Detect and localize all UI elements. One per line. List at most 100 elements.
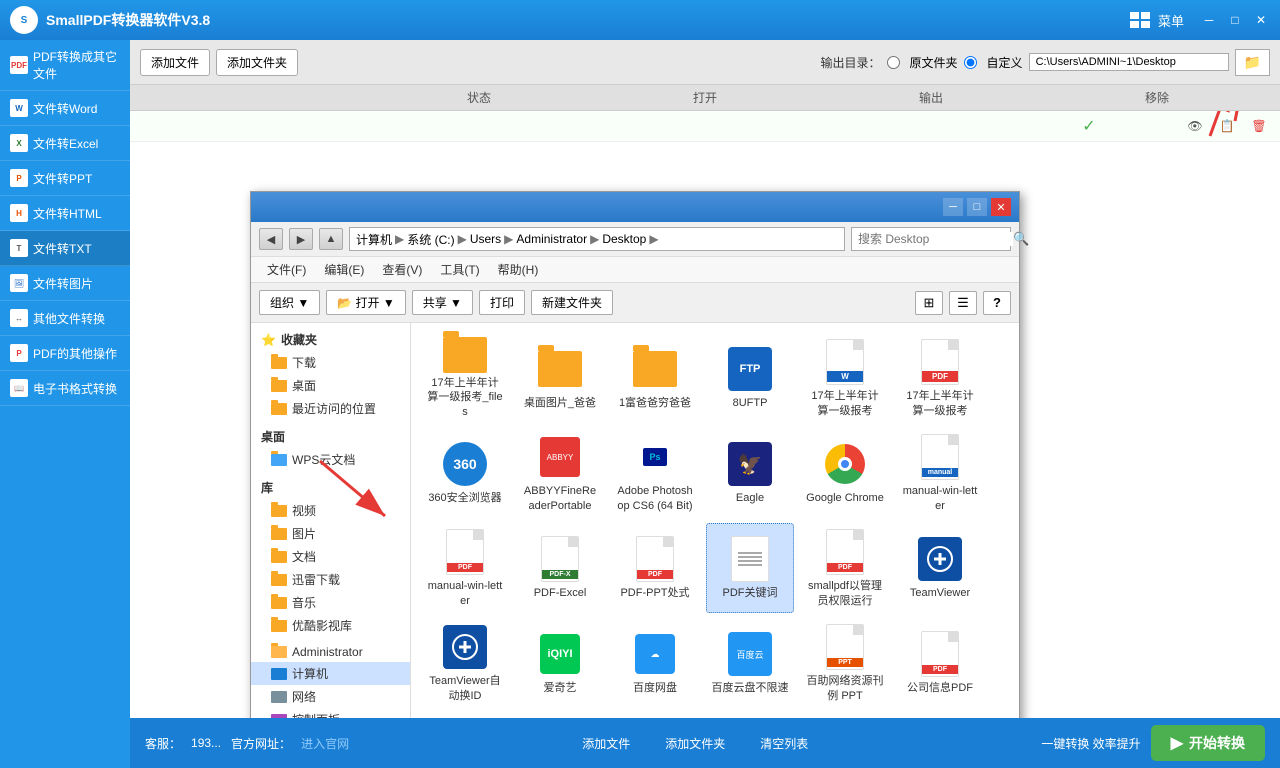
list-item[interactable]: 百度云 百度云盘不限速: [706, 618, 794, 708]
radio-original[interactable]: 原文件夹: [887, 54, 958, 71]
sidebar-item-txt[interactable]: T 文件转TXT: [0, 231, 130, 266]
clear-button[interactable]: 清空列表: [745, 730, 823, 757]
list-item[interactable]: KPDF 金山PDF独立版: [421, 713, 509, 718]
sidebar-item-thunder[interactable]: 迅雷下载: [251, 568, 410, 591]
sidebar-item-music[interactable]: 音乐: [251, 591, 410, 614]
radio-custom-input[interactable]: [964, 56, 977, 69]
list-item[interactable]: ☁ 百度网盘: [611, 618, 699, 708]
breadcrumb-desktop[interactable]: Desktop: [602, 232, 646, 246]
breadcrumb-drive[interactable]: 系统 (C:): [407, 231, 454, 248]
list-item[interactable]: TeamViewer: [896, 523, 984, 613]
list-item[interactable]: iQIYI 爱奇艺: [516, 618, 604, 708]
minimize-button[interactable]: ─: [1200, 11, 1218, 29]
list-item[interactable]: Ps Adobe Photoshop CS6 (64 Bit): [611, 428, 699, 518]
add-file-bottom-button[interactable]: 添加文件: [567, 730, 645, 757]
sidebar-item-html[interactable]: H 文件转HTML: [0, 196, 130, 231]
file-name: PDF-Excel: [534, 586, 587, 600]
open-button[interactable]: 📂 打开 ▼: [326, 290, 406, 315]
search-input[interactable]: [858, 232, 1013, 246]
dialog-maximize-button[interactable]: □: [967, 198, 987, 216]
menu-edit[interactable]: 编辑(E): [316, 259, 372, 280]
menu-help[interactable]: 帮助(H): [490, 259, 547, 280]
sidebar-item-downloads[interactable]: 下载: [251, 351, 410, 374]
list-item[interactable]: 桌面图片_爸爸: [516, 333, 604, 423]
dialog-minimize-button[interactable]: ─: [943, 198, 963, 216]
help-icon[interactable]: ?: [983, 291, 1011, 315]
forward-button[interactable]: ▶: [289, 228, 313, 250]
sidebar-item-image[interactable]: 🖼 文件转图片: [0, 266, 130, 301]
sidebar-item-video[interactable]: 视频: [251, 499, 410, 522]
view-grid-button[interactable]: ⊞: [915, 291, 943, 315]
radio-original-input[interactable]: [887, 56, 900, 69]
menu-file[interactable]: 文件(F): [259, 259, 314, 280]
list-item[interactable]: PDF smallpdf以管理员权限运行: [801, 523, 889, 613]
list-item[interactable]: PDF关键词: [706, 523, 794, 613]
search-box[interactable]: 🔍: [851, 227, 1011, 251]
print-button[interactable]: 打印: [479, 290, 525, 315]
bottom-right: 一键转换 效率提升 ▶ 开始转换: [1041, 725, 1265, 761]
add-folder-bottom-button[interactable]: 添加文件夹: [650, 730, 740, 757]
list-item[interactable]: 🎬 屏幕录像专家: [706, 713, 794, 718]
list-item[interactable]: TeamViewer自动换ID: [421, 618, 509, 708]
sidebar-item-desktop[interactable]: 桌面: [251, 374, 410, 397]
list-item[interactable]: 🎵 酷狗音乐: [516, 713, 604, 718]
list-item[interactable]: ABBYY ABBYYFineReaderPortable: [516, 428, 604, 518]
list-item[interactable]: PDF PDF-PPT处式: [611, 523, 699, 613]
official-site-link[interactable]: 进入官网: [301, 735, 349, 752]
menu-tools[interactable]: 工具(T): [432, 259, 487, 280]
view-list-button[interactable]: ☰: [949, 291, 977, 315]
back-button[interactable]: ◀: [259, 228, 283, 250]
list-item[interactable]: PDF-X PDF-Excel: [516, 523, 604, 613]
list-item[interactable]: 🦅 Eagle: [706, 428, 794, 518]
browse-folder-button[interactable]: 📁: [1235, 49, 1270, 76]
maximize-button[interactable]: □: [1226, 11, 1244, 29]
sidebar-item-ebook[interactable]: 📖 电子书格式转换: [0, 371, 130, 406]
menu-view[interactable]: 查看(V): [374, 259, 430, 280]
organize-button[interactable]: 组织 ▼: [259, 290, 320, 315]
list-item[interactable]: 360 360安全浏览器: [421, 428, 509, 518]
list-item[interactable]: W 17年上半年计算一级报考: [801, 333, 889, 423]
start-convert-button[interactable]: ▶ 开始转换: [1151, 725, 1265, 761]
list-item[interactable]: FTP 8UFTP: [706, 333, 794, 423]
sidebar-item-excel[interactable]: X 文件转Excel: [0, 126, 130, 161]
menu-label[interactable]: 菜单: [1158, 11, 1184, 30]
breadcrumb-admin[interactable]: Administrator: [516, 232, 587, 246]
list-item[interactable]: 17年上半年计算一级报考_files: [421, 333, 509, 423]
breadcrumb-users[interactable]: Users: [470, 232, 501, 246]
up-button[interactable]: ▲: [319, 228, 343, 250]
list-item[interactable]: PDF 公司信息PDF: [896, 618, 984, 708]
sidebar-item-ppt[interactable]: P 文件转PPT: [0, 161, 130, 196]
sidebar-item-documents[interactable]: 文档: [251, 545, 410, 568]
list-item[interactable]: Google Chrome: [801, 428, 889, 518]
sidebar-item-youku[interactable]: 优酷影视库: [251, 614, 410, 637]
list-item[interactable]: PPT 百助网络资源刊例 PPT: [801, 618, 889, 708]
radio-custom[interactable]: 自定义: [964, 54, 1023, 71]
sidebar-item-administrator[interactable]: Administrator: [251, 642, 410, 662]
list-item[interactable]: PDF manual-win-letter: [421, 523, 509, 613]
close-button[interactable]: ✕: [1252, 11, 1270, 29]
share-button[interactable]: 共享 ▼: [412, 290, 473, 315]
dialog-close-button[interactable]: ✕: [991, 198, 1011, 216]
list-item[interactable]: PDF 17年上半年计算一级报考: [896, 333, 984, 423]
sidebar-item-pdf-ops[interactable]: P PDF的其他操作: [0, 336, 130, 371]
breadcrumb-computer[interactable]: 计算机: [356, 231, 392, 248]
sidebar-item-other[interactable]: ↔ 其他文件转换: [0, 301, 130, 336]
new-folder-button[interactable]: 新建文件夹: [531, 290, 613, 315]
breadcrumb[interactable]: 计算机 ▶ 系统 (C:) ▶ Users ▶ Administrator ▶ …: [349, 227, 845, 251]
sidebar-item-word[interactable]: W 文件转Word: [0, 91, 130, 126]
sidebar-item-network[interactable]: 网络: [251, 685, 410, 708]
sidebar-item-control-panel[interactable]: 控制面板: [251, 708, 410, 718]
add-folder-toolbar-button[interactable]: 添加文件夹: [216, 49, 298, 76]
list-item[interactable]: manual manual-win-letter: [896, 428, 984, 518]
sidebar-item-recent[interactable]: 最近访问的位置: [251, 397, 410, 420]
sidebar-item-computer[interactable]: 计算机: [251, 662, 410, 685]
desktop-label: 桌面: [292, 377, 316, 394]
sidebar-item-wps[interactable]: WPS云文档: [251, 448, 410, 471]
file-name: Eagle: [736, 491, 764, 505]
list-item[interactable]: 📹 录屏视频: [611, 713, 699, 718]
list-item[interactable]: 1富爸爸穷爸爸: [611, 333, 699, 423]
add-file-toolbar-button[interactable]: 添加文件: [140, 49, 210, 76]
sidebar-item-pictures[interactable]: 图片: [251, 522, 410, 545]
sidebar-item-pdf-convert[interactable]: PDF PDF转换成其它文件: [0, 40, 130, 91]
file-name: smallpdf以管理员权限运行: [806, 579, 884, 608]
